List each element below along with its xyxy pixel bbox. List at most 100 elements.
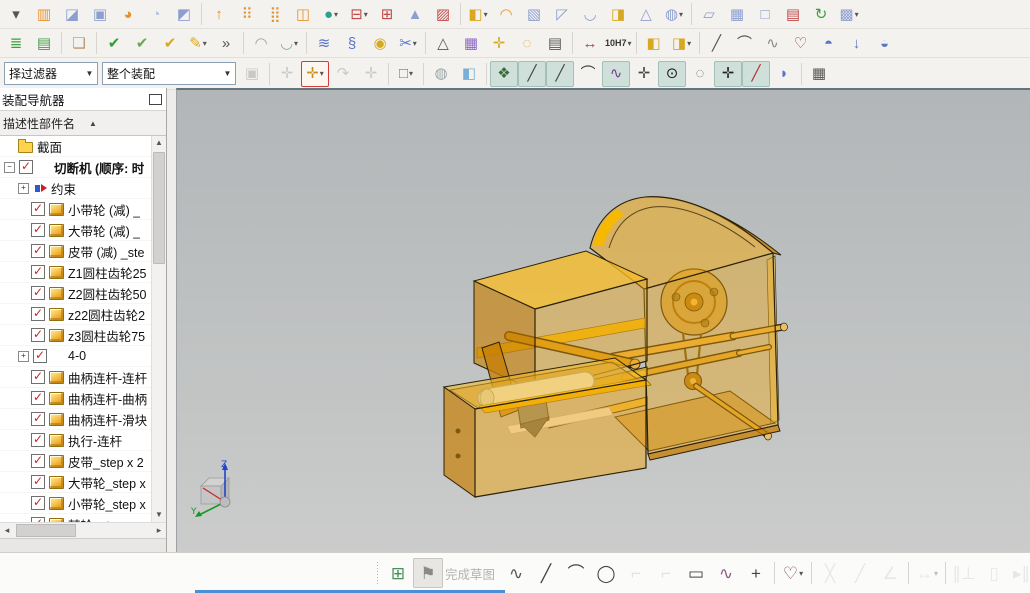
- layer-settings-icon[interactable]: ≣: [2, 30, 30, 56]
- weld-groove-icon-dropdown[interactable]: ▾: [294, 39, 298, 48]
- tree-item[interactable]: + 约束: [0, 178, 166, 199]
- tree-item[interactable]: 皮带 (减) _ste: [0, 241, 166, 262]
- snap-filter-icon-dropdown[interactable]: ▾: [320, 69, 324, 78]
- tree-item[interactable]: z3圆柱齿轮75: [0, 325, 166, 346]
- tree-expander[interactable]: −: [4, 161, 15, 173]
- toolbar-drag-handle[interactable]: [375, 562, 380, 584]
- split-body-icon[interactable]: ▥: [30, 1, 58, 27]
- rectangle-icon[interactable]: ▭: [681, 558, 711, 588]
- gc-toolbox-table-icon[interactable]: ▦: [457, 30, 485, 56]
- snap-node-icon[interactable]: ∿: [602, 60, 630, 87]
- tree-item[interactable]: +4-0: [0, 346, 166, 367]
- groove-icon[interactable]: ◔: [142, 1, 170, 27]
- draft-icon[interactable]: ◨: [604, 1, 632, 27]
- check-body-icon[interactable]: ✔: [156, 30, 184, 56]
- examine-geometry-icon[interactable]: ✔: [100, 30, 128, 56]
- section-surface-icon[interactable]: ◓: [815, 30, 843, 56]
- trim-sheet-icon[interactable]: ◒: [871, 30, 899, 56]
- tree-item-checkbox[interactable]: [31, 496, 45, 510]
- fit-check-icon[interactable]: ✔: [128, 30, 156, 56]
- sphere-icon[interactable]: ◍ ▾: [660, 1, 688, 27]
- scrollbar-thumb[interactable]: [16, 524, 76, 537]
- subtract-icon[interactable]: ⊟ ▾: [345, 1, 373, 27]
- weld-groove-icon[interactable]: ◡ ▾: [275, 30, 303, 56]
- tree-item-checkbox[interactable]: [31, 517, 45, 522]
- scroll-up-icon[interactable]: ▲: [152, 136, 166, 150]
- tree-item-checkbox[interactable]: [31, 433, 45, 447]
- tolerance-search-icon-dropdown[interactable]: ▾: [628, 39, 632, 48]
- arc-curve-icon[interactable]: ⌒: [731, 30, 759, 56]
- unite-icon-dropdown[interactable]: ▾: [334, 10, 338, 19]
- point-icon[interactable]: +: [741, 558, 771, 588]
- scroll-left-icon[interactable]: ◂: [0, 525, 14, 536]
- cad-model[interactable]: [177, 90, 1030, 554]
- snap-arc-center-icon[interactable]: ⊙: [658, 60, 686, 87]
- locked-assembly-icon[interactable]: ◨ ▾: [668, 30, 696, 56]
- sphere-icon-dropdown[interactable]: ▾: [679, 10, 683, 19]
- sew-icon-dropdown[interactable]: ▾: [855, 10, 859, 19]
- tree-item-checkbox[interactable]: [31, 223, 45, 237]
- locked-component-icon[interactable]: ◧: [640, 30, 668, 56]
- project-curve-icon[interactable]: ↓: [843, 30, 871, 56]
- line-curve-icon[interactable]: ╱: [703, 30, 731, 56]
- selection-filter-combo[interactable]: 择过滤器 ▼: [4, 62, 98, 85]
- hole-icon[interactable]: ▣: [86, 1, 114, 27]
- locked-assembly-icon-dropdown[interactable]: ▾: [687, 39, 691, 48]
- chamfer-icon[interactable]: ◸: [548, 1, 576, 27]
- triangle-symbol-icon[interactable]: △: [429, 30, 457, 56]
- spring-tool-icon[interactable]: ✂ ▾: [394, 30, 422, 56]
- tree-item[interactable]: 截面: [0, 136, 166, 157]
- tree-item[interactable]: 曲柄连杆-连杆: [0, 367, 166, 388]
- intersect-icon[interactable]: ⊞: [373, 1, 401, 27]
- tree-item-checkbox[interactable]: [31, 454, 45, 468]
- tree-item-checkbox[interactable]: [19, 160, 33, 174]
- bounded-plane-icon[interactable]: □: [751, 1, 779, 27]
- snap-endpoint-icon[interactable]: ╱: [518, 60, 546, 87]
- weld-assistant-icon[interactable]: ◠: [247, 30, 275, 56]
- orientation-triad[interactable]: Z Y: [191, 458, 247, 524]
- tree-item-checkbox[interactable]: [31, 202, 45, 216]
- finish-sketch-flag-icon[interactable]: ⚑: [413, 558, 443, 588]
- tree-item[interactable]: 曲柄连杆-滑块: [0, 409, 166, 430]
- tree-expander[interactable]: +: [18, 350, 29, 362]
- chevron-down-icon[interactable]: ▼: [82, 69, 97, 78]
- tree-item-checkbox[interactable]: [31, 328, 45, 342]
- rapid-dimension-icon-dropdown[interactable]: ▾: [934, 569, 938, 578]
- grid-icon[interactable]: ▦: [805, 61, 833, 87]
- swept-icon[interactable]: ↻: [807, 1, 835, 27]
- pattern-geometry-icon[interactable]: ⣿: [261, 1, 289, 27]
- sketch-task-icon[interactable]: ⊞: [383, 558, 413, 588]
- graphics-viewport[interactable]: Z Y: [176, 88, 1030, 554]
- offset-curve-icon[interactable]: ♡ ▾: [778, 558, 808, 588]
- tree-item[interactable]: 小带轮_step x: [0, 493, 166, 514]
- tree-item[interactable]: − 切断机 (顺序: 时: [0, 157, 166, 178]
- tree-item[interactable]: 执行-连杆: [0, 430, 166, 451]
- tree-item[interactable]: z22圆柱齿轮2: [0, 304, 166, 325]
- offset-curve-icon-dropdown[interactable]: ▾: [799, 569, 803, 578]
- sew-icon[interactable]: ▩ ▾: [835, 1, 863, 27]
- trim-body-icon[interactable]: ◪: [58, 1, 86, 27]
- subtract-icon-dropdown[interactable]: ▾: [364, 10, 368, 19]
- boss-icon[interactable]: ◕: [114, 1, 142, 27]
- edit-object-display-icon-dropdown[interactable]: ▾: [203, 39, 207, 48]
- unite-icon[interactable]: ● ▾: [317, 1, 345, 27]
- mesh-surface-icon[interactable]: ▦: [723, 1, 751, 27]
- shell-icon[interactable]: ◧ ▾: [464, 1, 492, 27]
- scale-body-icon[interactable]: △: [632, 1, 660, 27]
- shaded-cylinder-icon[interactable]: ◍: [427, 61, 455, 87]
- restore-panel-button[interactable]: [149, 93, 162, 105]
- circle-set-folder-icon[interactable]: ◌: [513, 30, 541, 56]
- offset-face-icon[interactable]: ▨: [429, 1, 457, 27]
- tree-item[interactable]: 曲柄连杆-曲柄: [0, 388, 166, 409]
- feature-overflow-icon[interactable]: ▾: [2, 1, 30, 27]
- rectangle-select-icon-dropdown[interactable]: ▾: [409, 69, 413, 78]
- snap-filter-icon[interactable]: ✛ ▾: [301, 60, 329, 87]
- tree-item[interactable]: 大带轮 (减) _: [0, 220, 166, 241]
- shell-icon-dropdown[interactable]: ▾: [484, 10, 488, 19]
- tree-item[interactable]: 小带轮 (减) _: [0, 199, 166, 220]
- tree-horizontal-scrollbar[interactable]: ◂ ▸: [0, 522, 166, 538]
- edit-object-display-icon[interactable]: ✎ ▾: [184, 30, 212, 56]
- pattern-feature-icon[interactable]: ⠿: [233, 1, 261, 27]
- tree-item[interactable]: 大带轮_step x: [0, 472, 166, 493]
- sketch-arc-icon[interactable]: ⌒: [561, 558, 591, 588]
